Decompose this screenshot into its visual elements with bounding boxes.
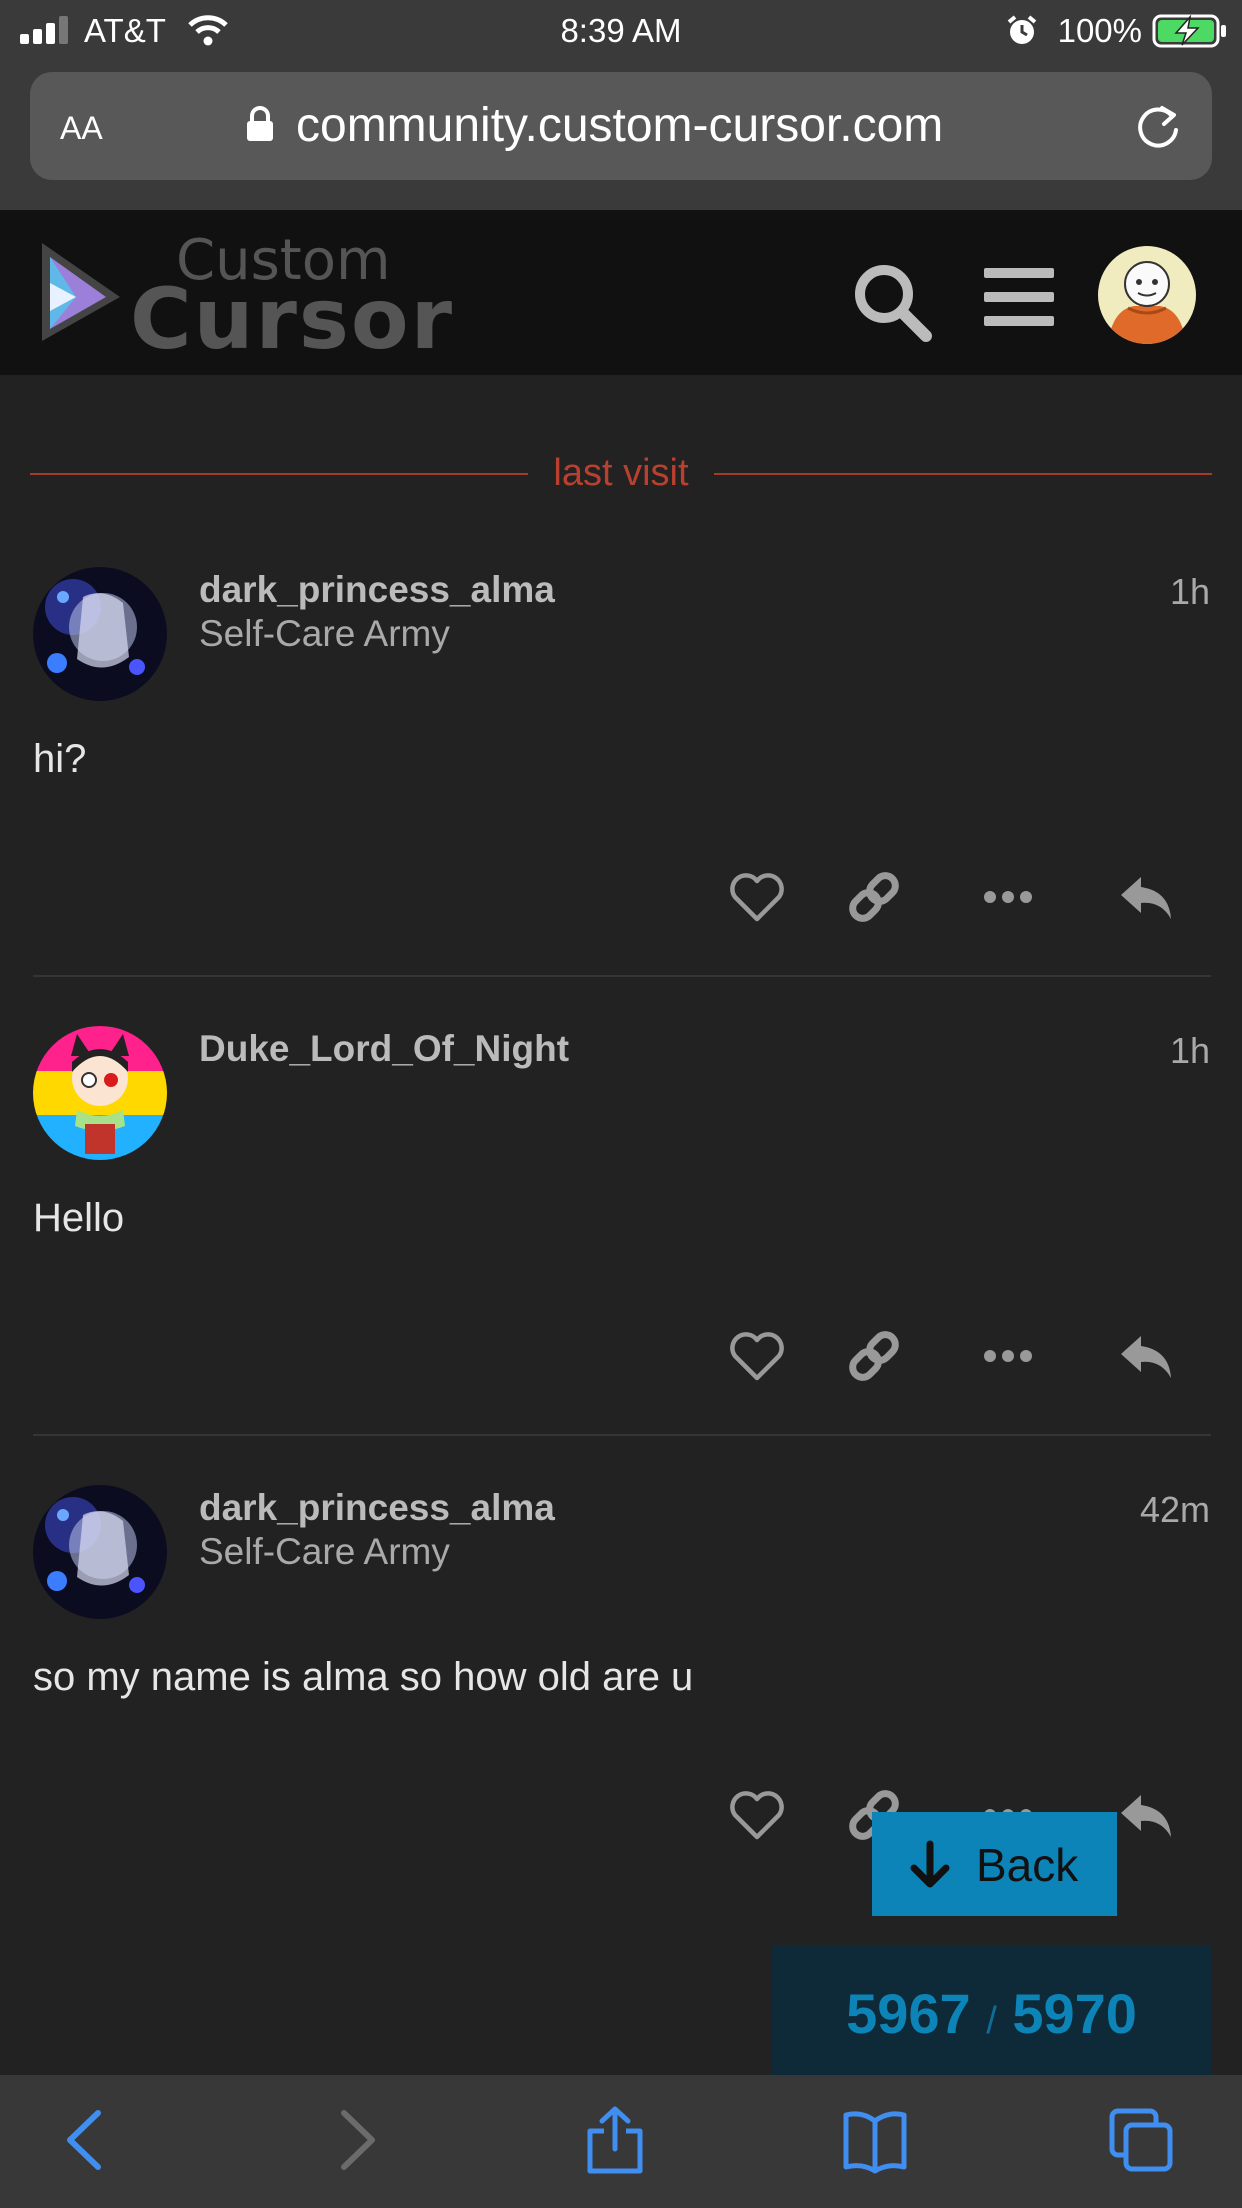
post-separator xyxy=(33,975,1211,977)
post-username[interactable]: Duke_Lord_Of_Night xyxy=(199,1028,569,1070)
forward-chevron-icon[interactable] xyxy=(322,2105,388,2175)
divider-line-right xyxy=(714,473,1212,475)
back-button-label: Back xyxy=(976,1839,1079,1891)
url-text[interactable]: community.custom-cursor.com xyxy=(296,98,943,153)
post: dark_princess_alma Self-Care Army 1h hi? xyxy=(0,567,1242,979)
progress-current: 5967 xyxy=(846,1982,971,2045)
post-body: hi? xyxy=(33,737,87,781)
progress-text: 5967 / 5970 xyxy=(771,1981,1212,2046)
tabs-icon[interactable] xyxy=(1108,2105,1174,2175)
browser-top: AT&T 8:39 AM 100% AA community.custom-cu… xyxy=(0,0,1242,210)
user-avatar[interactable] xyxy=(33,1485,167,1619)
text-size-button[interactable]: AA xyxy=(60,100,103,150)
browser-toolbar xyxy=(0,2075,1242,2208)
progress-total: 5970 xyxy=(1012,1982,1137,2045)
back-to-position-button[interactable]: Back xyxy=(872,1812,1117,1916)
bookmarks-book-icon[interactable] xyxy=(842,2105,908,2175)
battery-percent: 100% xyxy=(1057,12,1142,49)
share-link-icon[interactable] xyxy=(844,1326,904,1386)
alarm-icon xyxy=(1007,15,1037,44)
battery-charging-icon xyxy=(1152,14,1226,48)
progress-separator: / xyxy=(986,2000,997,2042)
status-bar: AT&T 8:39 AM 100% xyxy=(0,0,1242,62)
reply-icon[interactable] xyxy=(1115,1326,1175,1386)
current-user-avatar[interactable] xyxy=(1098,246,1196,344)
post-user-title: Self-Care Army xyxy=(199,613,450,654)
logo-text-cursor[interactable]: Cursor xyxy=(130,270,454,368)
post-username[interactable]: dark_princess_alma xyxy=(199,1487,555,1529)
user-avatar[interactable] xyxy=(33,567,167,701)
reply-icon[interactable] xyxy=(1115,1785,1175,1845)
like-heart-icon[interactable] xyxy=(727,1326,787,1386)
clock: 8:39 AM xyxy=(560,12,682,49)
user-avatar[interactable] xyxy=(33,1026,167,1160)
post-user-title: Self-Care Army xyxy=(199,1531,450,1572)
cursor-logo-icon[interactable] xyxy=(36,235,126,350)
share-link-icon[interactable] xyxy=(844,867,904,927)
post-username[interactable]: dark_princess_alma xyxy=(199,569,555,611)
back-chevron-icon[interactable] xyxy=(54,2105,120,2175)
last-visit-divider: last visit xyxy=(30,450,1212,496)
topic-progress[interactable]: 5967 / 5970 xyxy=(771,1945,1212,2075)
arrow-down-icon xyxy=(910,1840,950,1888)
post-age[interactable]: 1h xyxy=(1170,571,1210,613)
like-heart-icon[interactable] xyxy=(727,1785,787,1845)
post: Duke_Lord_Of_Night 1h Hello xyxy=(0,1026,1242,1438)
share-icon[interactable] xyxy=(582,2105,648,2175)
post-body: Hello xyxy=(33,1196,125,1240)
like-heart-icon[interactable] xyxy=(727,867,787,927)
reload-icon[interactable] xyxy=(1132,100,1184,152)
address-bar[interactable]: AA community.custom-cursor.com xyxy=(30,72,1212,180)
post-actions xyxy=(720,1326,1200,1386)
more-options-icon[interactable] xyxy=(978,867,1038,927)
post-separator xyxy=(33,1434,1211,1436)
lock-icon xyxy=(247,106,273,141)
hamburger-menu-icon[interactable] xyxy=(984,266,1054,328)
reply-icon[interactable] xyxy=(1115,867,1175,927)
post-body: so my name is alma so how old are u xyxy=(33,1655,694,1699)
site-header: Custom Cursor xyxy=(0,210,1242,375)
post-age[interactable]: 1h xyxy=(1170,1030,1210,1072)
post-actions xyxy=(720,867,1200,927)
more-options-icon[interactable] xyxy=(978,1326,1038,1386)
search-icon[interactable] xyxy=(850,260,932,342)
post-age[interactable]: 42m xyxy=(1140,1489,1210,1531)
